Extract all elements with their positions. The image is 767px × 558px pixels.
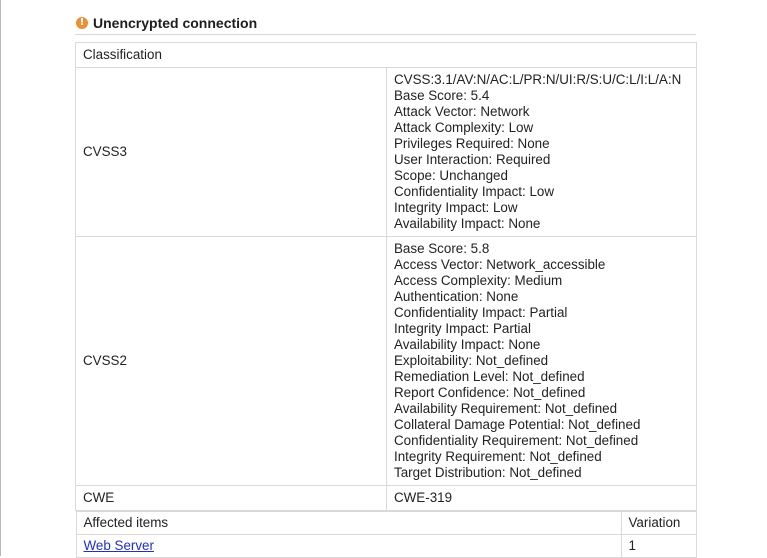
section-header: ! Unencrypted connection [75, 14, 696, 35]
affected-items-wrap: Affected items Variation Web Server 1 [76, 511, 697, 558]
cwe-value: CWE-319 [387, 486, 697, 511]
section-title: Unencrypted connection [93, 15, 257, 31]
affected-item-cell: Web Server [76, 535, 621, 558]
cvss3-row: CVSS3 CVSS:3.1/AV:N/AC:L/PR:N/UI:R/S:U/C… [76, 68, 697, 237]
variation-value: 1 [621, 535, 696, 558]
cvss3-integrity-impact: Integrity Impact: Low [394, 200, 689, 216]
cvss3-attack-vector: Attack Vector: Network [394, 104, 689, 120]
cvss3-user-interaction: User Interaction: Required [394, 152, 689, 168]
cvss2-exploitability: Exploitability: Not_defined [394, 353, 689, 369]
cvss3-availability-impact: Availability Impact: None [394, 216, 689, 232]
affected-item-link[interactable]: Web Server [84, 538, 154, 553]
cvss2-row: CVSS2 Base Score: 5.8 Access Vector: Net… [76, 237, 697, 486]
cvss3-label: CVSS3 [76, 68, 387, 237]
cvss2-confidentiality-requirement: Confidentiality Requirement: Not_defined [394, 433, 689, 449]
cvss2-label: CVSS2 [76, 237, 387, 486]
classification-table: Classification CVSS3 CVSS:3.1/AV:N/AC:L/… [75, 42, 697, 558]
cwe-label: CWE [76, 486, 387, 511]
cvss2-remediation-level: Remediation Level: Not_defined [394, 369, 689, 385]
cvss2-access-vector: Access Vector: Network_accessible [394, 257, 689, 273]
variation-header: Variation [621, 512, 696, 535]
cvss2-availability-requirement: Availability Requirement: Not_defined [394, 401, 689, 417]
cvss2-report-confidence: Report Confidence: Not_defined [394, 385, 689, 401]
cvss2-confidentiality-impact: Confidentiality Impact: Partial [394, 305, 689, 321]
warning-icon: ! [76, 17, 88, 29]
classification-heading-row: Classification [76, 43, 697, 68]
cvss3-scope: Scope: Unchanged [394, 168, 689, 184]
affected-header-row: Affected items Variation [76, 512, 696, 535]
cvss2-base-score: Base Score: 5.8 [394, 241, 689, 257]
affected-items-table: Affected items Variation Web Server 1 [76, 511, 697, 558]
cvss3-base-score: Base Score: 5.4 [394, 88, 689, 104]
table-row: Web Server 1 [76, 535, 696, 558]
cvss2-target-distribution: Target Distribution: Not_defined [394, 465, 689, 481]
cwe-row: CWE CWE-319 [76, 486, 697, 511]
cvss3-privileges-required: Privileges Required: None [394, 136, 689, 152]
cvss3-vector: CVSS:3.1/AV:N/AC:L/PR:N/UI:R/S:U/C:L/I:L… [394, 72, 689, 88]
cvss2-values: Base Score: 5.8 Access Vector: Network_a… [387, 237, 697, 486]
cvss2-collateral-damage-potential: Collateral Damage Potential: Not_defined [394, 417, 689, 433]
cvss2-access-complexity: Access Complexity: Medium [394, 273, 689, 289]
classification-heading: Classification [76, 43, 697, 68]
report-frame: ! Unencrypted connection Classification … [0, 0, 767, 556]
cvss3-attack-complexity: Attack Complexity: Low [394, 120, 689, 136]
affected-items-header: Affected items [76, 512, 621, 535]
cvss2-integrity-requirement: Integrity Requirement: Not_defined [394, 449, 689, 465]
cvss2-authentication: Authentication: None [394, 289, 689, 305]
affected-items-container: Affected items Variation Web Server 1 [76, 511, 697, 558]
cvss2-integrity-impact: Integrity Impact: Partial [394, 321, 689, 337]
cvss2-availability-impact: Availability Impact: None [394, 337, 689, 353]
cvss3-confidentiality-impact: Confidentiality Impact: Low [394, 184, 689, 200]
cvss3-values: CVSS:3.1/AV:N/AC:L/PR:N/UI:R/S:U/C:L/I:L… [387, 68, 697, 237]
